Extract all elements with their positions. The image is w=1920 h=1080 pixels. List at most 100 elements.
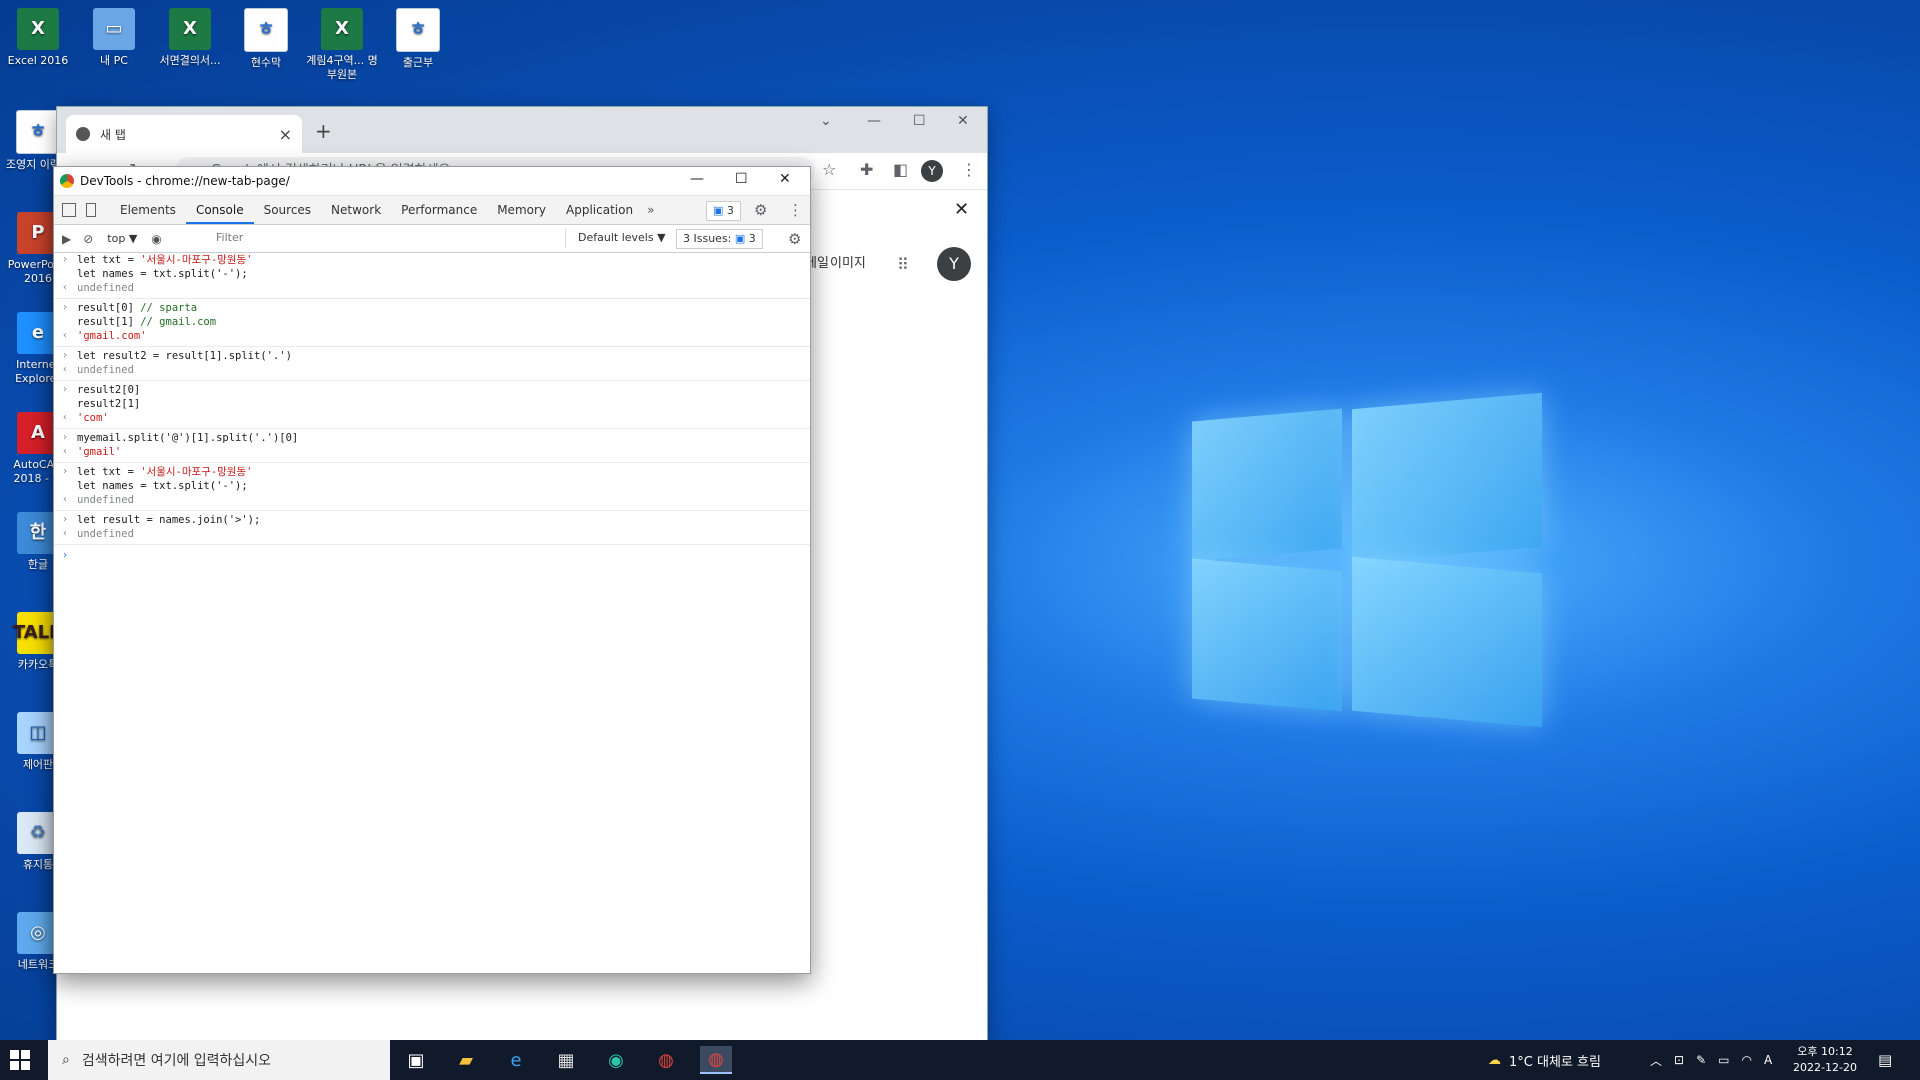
console-entry: › myemail.split('@')[1].split('.')[0] ‹ 'gm… [54,429,810,463]
taskbar: ⌕ 검색하려면 여기에 입력하십시오 ▣ ▰ e ▦ ◉ ◍ ◍ ☁ 1°C 대… [0,1040,1920,1080]
chrome-devtools-taskbar-icon[interactable]: ◍ [700,1046,732,1074]
infobar-close-icon[interactable]: ✕ [954,199,969,220]
clear-console-icon[interactable]: ⊘ [83,232,93,246]
ie-taskbar-icon[interactable]: e [500,1046,532,1074]
devtools-close-button[interactable]: ✕ [779,171,791,187]
tray-chevron-icon[interactable]: ︿ [1650,1052,1662,1069]
console-filter-input[interactable]: Filter [210,228,566,248]
console-code: let names = txt.split('-'); [77,268,248,280]
live-expression-eye-icon[interactable]: ◉ [151,232,161,246]
wifi-icon[interactable]: ◠ [1741,1053,1751,1067]
google-account-avatar[interactable]: Y [937,247,971,281]
console-entry: › result2[0] result2[1] ‹ 'com' [54,381,810,429]
chrome-taskbar-icon[interactable]: ◍ [650,1046,682,1074]
tray-pen-icon[interactable]: ✎ [1696,1053,1706,1067]
tab-sources[interactable]: Sources [254,196,321,224]
chrome-icon [60,174,74,188]
console-result: ‹ undefined [54,527,810,541]
sidebar-toggle-icon[interactable]: ▶ [62,232,71,246]
console-code: let txt = [77,466,141,478]
desktop-icon-my-pc[interactable]: ▭ 내 PC [76,8,152,68]
extensions-icon[interactable]: ✚ [860,160,873,179]
taskbar-search-box[interactable]: ⌕ 검색하려면 여기에 입력하십시오 [48,1040,390,1080]
messages-badge[interactable]: ▣ 3 [706,201,741,221]
devtools-window[interactable]: DevTools - chrome://new-tab-page/ — ☐ ✕ … [53,166,811,974]
ime-indicator[interactable]: A [1764,1053,1772,1067]
console-settings-icon[interactable]: ⚙ [788,230,801,248]
console-output[interactable]: › let txt = '서울시-마포구-망원동' let names = txt.… [54,251,810,973]
console-result: ‹ 'gmail.com' [54,329,810,343]
devtools-menu-icon[interactable]: ⋮ [788,201,803,219]
console-prompt[interactable]: › [54,549,810,563]
console-code: let result = names.join('>'); [77,514,261,526]
input-chevron-icon: › [62,466,69,477]
weather-cloud-icon: ☁ [1488,1052,1501,1068]
tab-memory[interactable]: Memory [487,196,556,224]
file-explorer-icon[interactable]: ▰ [450,1046,482,1074]
more-tabs-icon[interactable]: » [647,203,654,217]
settings-gear-icon[interactable]: ⚙ [754,201,767,219]
minimize-button[interactable]: — [867,113,881,129]
edge-icon[interactable]: ◉ [600,1046,632,1074]
context-selector[interactable]: top ▼ [107,232,137,245]
tray-device-icon[interactable]: ⊡ [1674,1053,1684,1067]
tab-new-tab[interactable]: 새 탭 × [66,115,302,153]
desktop-icon-resolution-document[interactable]: X 서면결의서... [152,8,228,68]
desktop-icon-banner[interactable]: ㅎ 현수막 [228,8,304,70]
tab-elements[interactable]: Elements [110,196,186,224]
result-chevron-icon: ‹ [62,282,69,293]
bookmark-star-icon[interactable]: ☆ [822,160,836,179]
console-code: result[0] [77,302,141,314]
weather-text: 1°C 대체로 흐림 [1509,1054,1601,1070]
my-pc-icon: ▭ [93,8,135,50]
chrome-titlebar[interactable]: 새 탭 × + ⌄ — ☐ ✕ [57,107,987,153]
windows-logo [1192,385,1542,740]
log-levels-dropdown[interactable]: Default levels ▼ [578,231,666,244]
clock[interactable]: 오후 10:12 2022-12-20 [1788,1044,1862,1076]
tab-search-icon[interactable]: ⌄ [820,113,832,129]
result-chevron-icon: ‹ [62,330,69,341]
input-chevron-icon: › [62,302,69,313]
console-code: 'com' [77,412,109,424]
tab-performance[interactable]: Performance [391,196,487,224]
devtools-minimize-button[interactable]: — [690,171,704,187]
store-icon[interactable]: ▦ [550,1046,582,1074]
console-result: ‹ 'gmail' [54,445,810,459]
issues-button[interactable]: 3 Issues: ▣ 3 [676,229,763,249]
google-apps-icon[interactable]: ⠿ [897,255,909,274]
tab-close-icon[interactable]: × [279,125,292,144]
desktop-icon-label: Excel 2016 [7,54,69,67]
console-code: 'gmail' [77,446,122,458]
console-code: 'gmail.com' [77,330,147,342]
profile-avatar[interactable]: Y [921,160,943,182]
console-input-line: result2[1] [54,397,810,411]
result-chevron-icon: ‹ [62,528,69,539]
desktop-icon-attendance[interactable]: ㅎ 출근부 [380,8,456,70]
console-string-literal: '서울시-마포구-망원동' [140,466,253,478]
start-button[interactable] [10,1050,30,1070]
device-toolbar-icon[interactable] [86,203,96,217]
maximize-button[interactable]: ☐ [913,113,926,129]
devtools-title: DevTools - chrome://new-tab-page/ [80,174,290,188]
inspect-element-icon[interactable] [62,203,76,217]
notification-center-icon[interactable]: ▤ [1878,1040,1892,1080]
desktop-icon-member-list[interactable]: X 계림4구역... 명부원본 [304,8,380,82]
side-panel-icon[interactable]: ◧ [893,160,908,179]
tab-network[interactable]: Network [321,196,391,224]
new-tab-button[interactable]: + [315,119,332,143]
tab-console[interactable]: Console [185,196,254,224]
images-link[interactable]: 이미지 [830,252,866,271]
system-tray[interactable]: ︿ ⊡ ✎ ▭ ◠ A [1650,1040,1772,1080]
tab-application[interactable]: Application [556,196,643,224]
devtools-titlebar[interactable]: DevTools - chrome://new-tab-page/ — ☐ ✕ [54,167,810,196]
desktop-icon-excel-2016[interactable]: X Excel 2016 [0,8,76,68]
devtools-maximize-button[interactable]: ☐ [735,171,748,187]
task-view-icon[interactable]: ▣ [400,1046,432,1074]
chrome-menu-icon[interactable]: ⋮ [961,160,977,179]
close-button[interactable]: ✕ [957,113,969,129]
battery-icon[interactable]: ▭ [1718,1053,1729,1067]
weather-widget[interactable]: ☁ 1°C 대체로 흐림 [1488,1040,1601,1080]
console-code: undefined [77,494,134,506]
resolution-document-icon: X [169,8,211,50]
console-comment: // gmail.com [140,316,217,328]
